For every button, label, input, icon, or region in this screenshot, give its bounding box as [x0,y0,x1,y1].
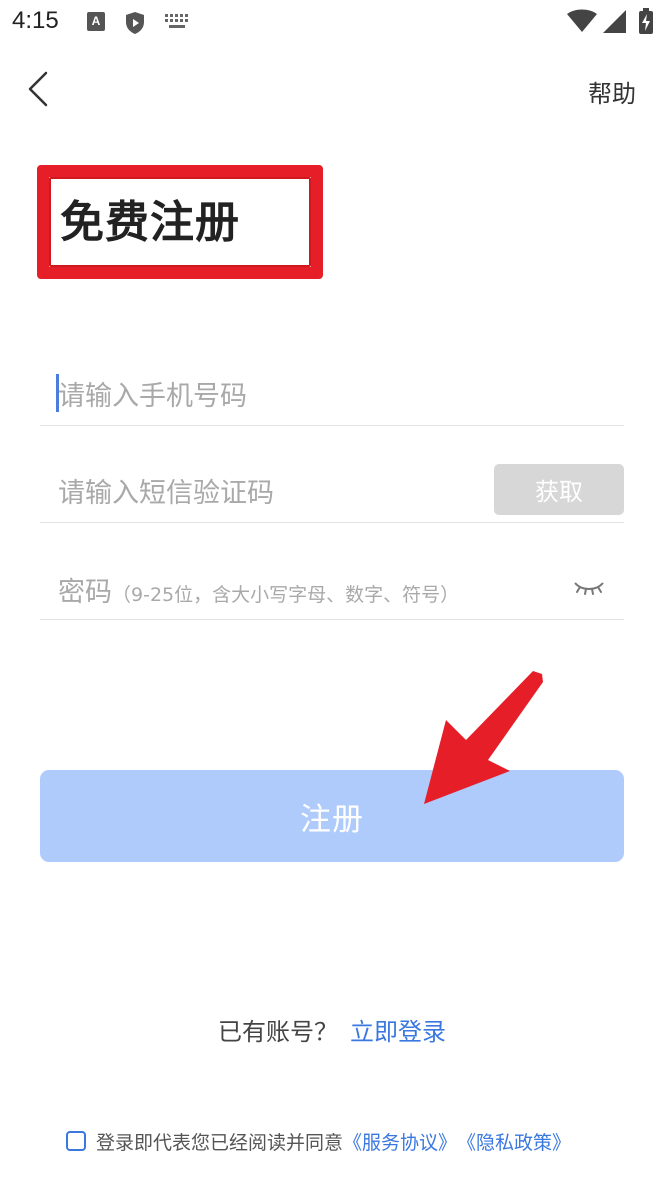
sms-code-field: 获取 [40,463,624,523]
wifi-icon [567,9,597,37]
annotation-arrow [424,671,543,804]
login-prompt: 已有账号？ 立即登录 [0,1012,664,1047]
password-placeholder: 密码（9-25位，含大小写字母、数字、符号） [58,570,459,609]
login-prompt-text: 已有账号？ [218,1018,338,1046]
status-time: 4:15 [12,7,59,34]
shield-icon [124,11,146,39]
page-title: 免费注册 [60,197,240,248]
keyboard-icon [165,14,189,34]
password-label: 密码 [58,577,112,608]
signal-icon [603,10,627,38]
agreement-checkbox[interactable] [66,1131,86,1151]
a-notification-icon: A [87,12,105,31]
service-agreement-link[interactable]: 《服务协议》 [343,1128,457,1155]
phone-field [40,366,624,426]
eye-closed-icon[interactable] [572,576,606,600]
agreement-row: 登录即代表您已经阅读并同意 《服务协议》 《隐私政策》 [66,1126,571,1156]
privacy-policy-link[interactable]: 《隐私政策》 [457,1128,571,1155]
chevron-left-icon [27,71,49,111]
phone-input[interactable] [58,366,478,426]
help-link[interactable]: 帮助 [588,74,636,109]
sms-code-input[interactable] [58,463,478,523]
status-bar: 4:15 A [0,0,664,46]
password-field[interactable]: 密码（9-25位，含大小写字母、数字、符号） [40,560,624,620]
password-hint: （9-25位，含大小写字母、数字、符号） [112,584,460,606]
back-button[interactable] [18,68,58,114]
get-code-button[interactable]: 获取 [494,464,624,515]
login-now-link[interactable]: 立即登录 [350,1018,446,1046]
agreement-text: 登录即代表您已经阅读并同意 [96,1131,344,1154]
battery-charging-icon [639,8,653,38]
